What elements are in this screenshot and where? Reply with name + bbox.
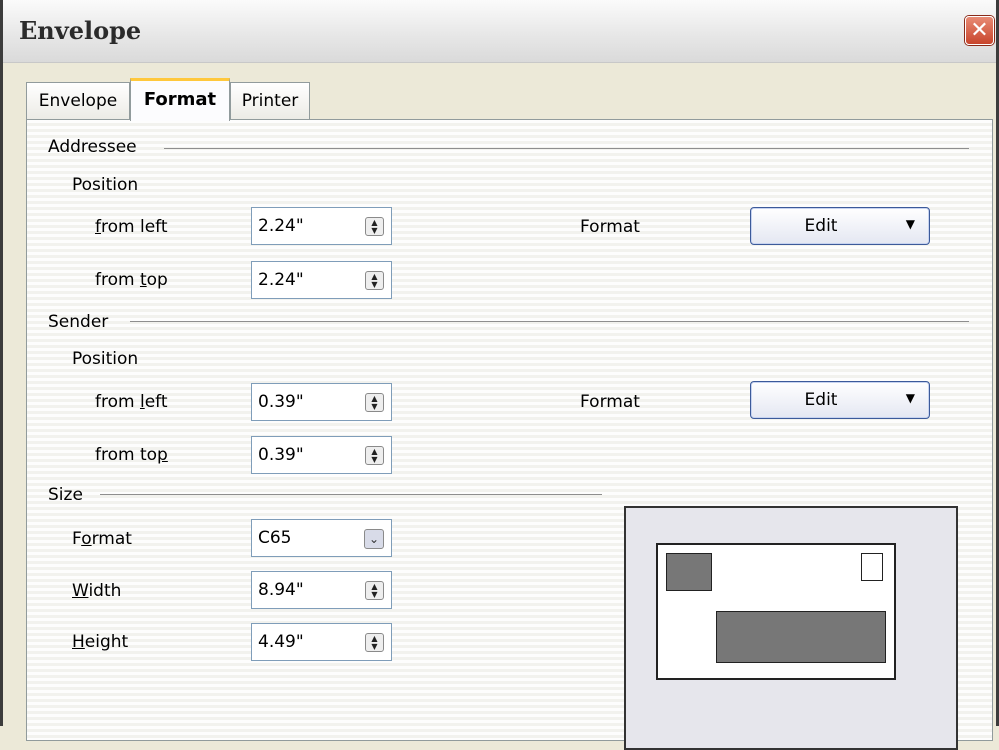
spin-arrows-icon[interactable]: ▲ ▼ [365,581,384,600]
size-height-field[interactable]: 4.49" ▲ ▼ [251,623,392,661]
envelope-dialog: Envelope ✕ Envelope Format Printer Addre… [0,0,999,750]
spin-arrows-icon[interactable]: ▲ ▼ [365,393,384,412]
envelope-outline [656,543,896,680]
size-width-label: Width [72,581,122,601]
size-width-value: 8.94" [258,580,304,600]
addressee-from-left-value: 2.24" [258,216,304,236]
sender-position-label: Position [72,349,139,369]
sender-block [666,553,712,591]
format-panel: Addressee Position from left 2.24" ▲ ▼ fr… [26,119,993,750]
addressee-edit-label: Edit [804,216,838,236]
size-heading: Size [48,485,83,505]
addressee-divider [164,148,969,149]
addressee-block [716,611,886,663]
addressee-from-left-label: from left [95,217,168,237]
addressee-from-top-value: 2.24" [258,270,304,290]
size-width-field[interactable]: 8.94" ▲ ▼ [251,571,392,609]
sender-from-left-label: from left [95,392,168,412]
addressee-format-label: Format [580,217,640,237]
spin-arrows-icon[interactable]: ▲ ▼ [365,217,384,236]
size-format-label: Format [72,529,132,549]
size-format-select[interactable]: C65 ⌄ [251,519,392,557]
sender-format-label: Format [580,392,640,412]
sender-divider [130,321,969,322]
sender-from-top-value: 0.39" [258,445,304,465]
sender-from-top-field[interactable]: 0.39" ▲ ▼ [251,436,392,474]
chevron-down-icon: ▼ [905,217,915,231]
sender-heading: Sender [48,312,109,332]
size-divider [100,494,602,495]
window-title: Envelope [19,16,142,45]
sender-from-left-field[interactable]: 0.39" ▲ ▼ [251,383,392,421]
spin-arrows-icon[interactable]: ▲ ▼ [365,446,384,465]
tab-envelope-label: Envelope [38,91,118,111]
size-format-value: C65 [258,528,292,548]
chevron-down-icon[interactable]: ⌄ [364,529,384,549]
tab-format-label: Format [143,89,217,110]
tab-printer[interactable]: Printer [230,82,310,120]
addressee-heading: Addressee [48,137,137,157]
sender-edit-label: Edit [804,390,838,410]
chevron-down-icon: ▼ [905,391,915,405]
tab-envelope[interactable]: Envelope [26,82,130,120]
tab-printer-label: Printer [241,91,299,111]
size-height-label: Height [72,632,129,652]
tab-format[interactable]: Format [130,78,230,121]
addressee-from-top-label: from top [95,270,168,290]
close-button[interactable]: ✕ [965,16,994,45]
size-height-value: 4.49" [258,632,304,652]
sender-edit-button[interactable]: Edit ▼ [750,381,930,419]
spin-arrows-icon[interactable]: ▲ ▼ [365,633,384,652]
spin-arrows-icon[interactable]: ▲ ▼ [365,271,384,290]
sender-from-top-label: from top [95,445,168,465]
stamp-block [861,553,883,581]
sender-from-left-value: 0.39" [258,392,304,412]
addressee-edit-button[interactable]: Edit ▼ [750,207,930,245]
addressee-position-label: Position [72,175,139,195]
title-bar: Envelope ✕ [3,0,996,63]
envelope-preview [624,506,958,750]
addressee-from-top-field[interactable]: 2.24" ▲ ▼ [251,261,392,299]
close-icon: ✕ [970,18,989,43]
addressee-from-left-field[interactable]: 2.24" ▲ ▼ [251,207,392,245]
